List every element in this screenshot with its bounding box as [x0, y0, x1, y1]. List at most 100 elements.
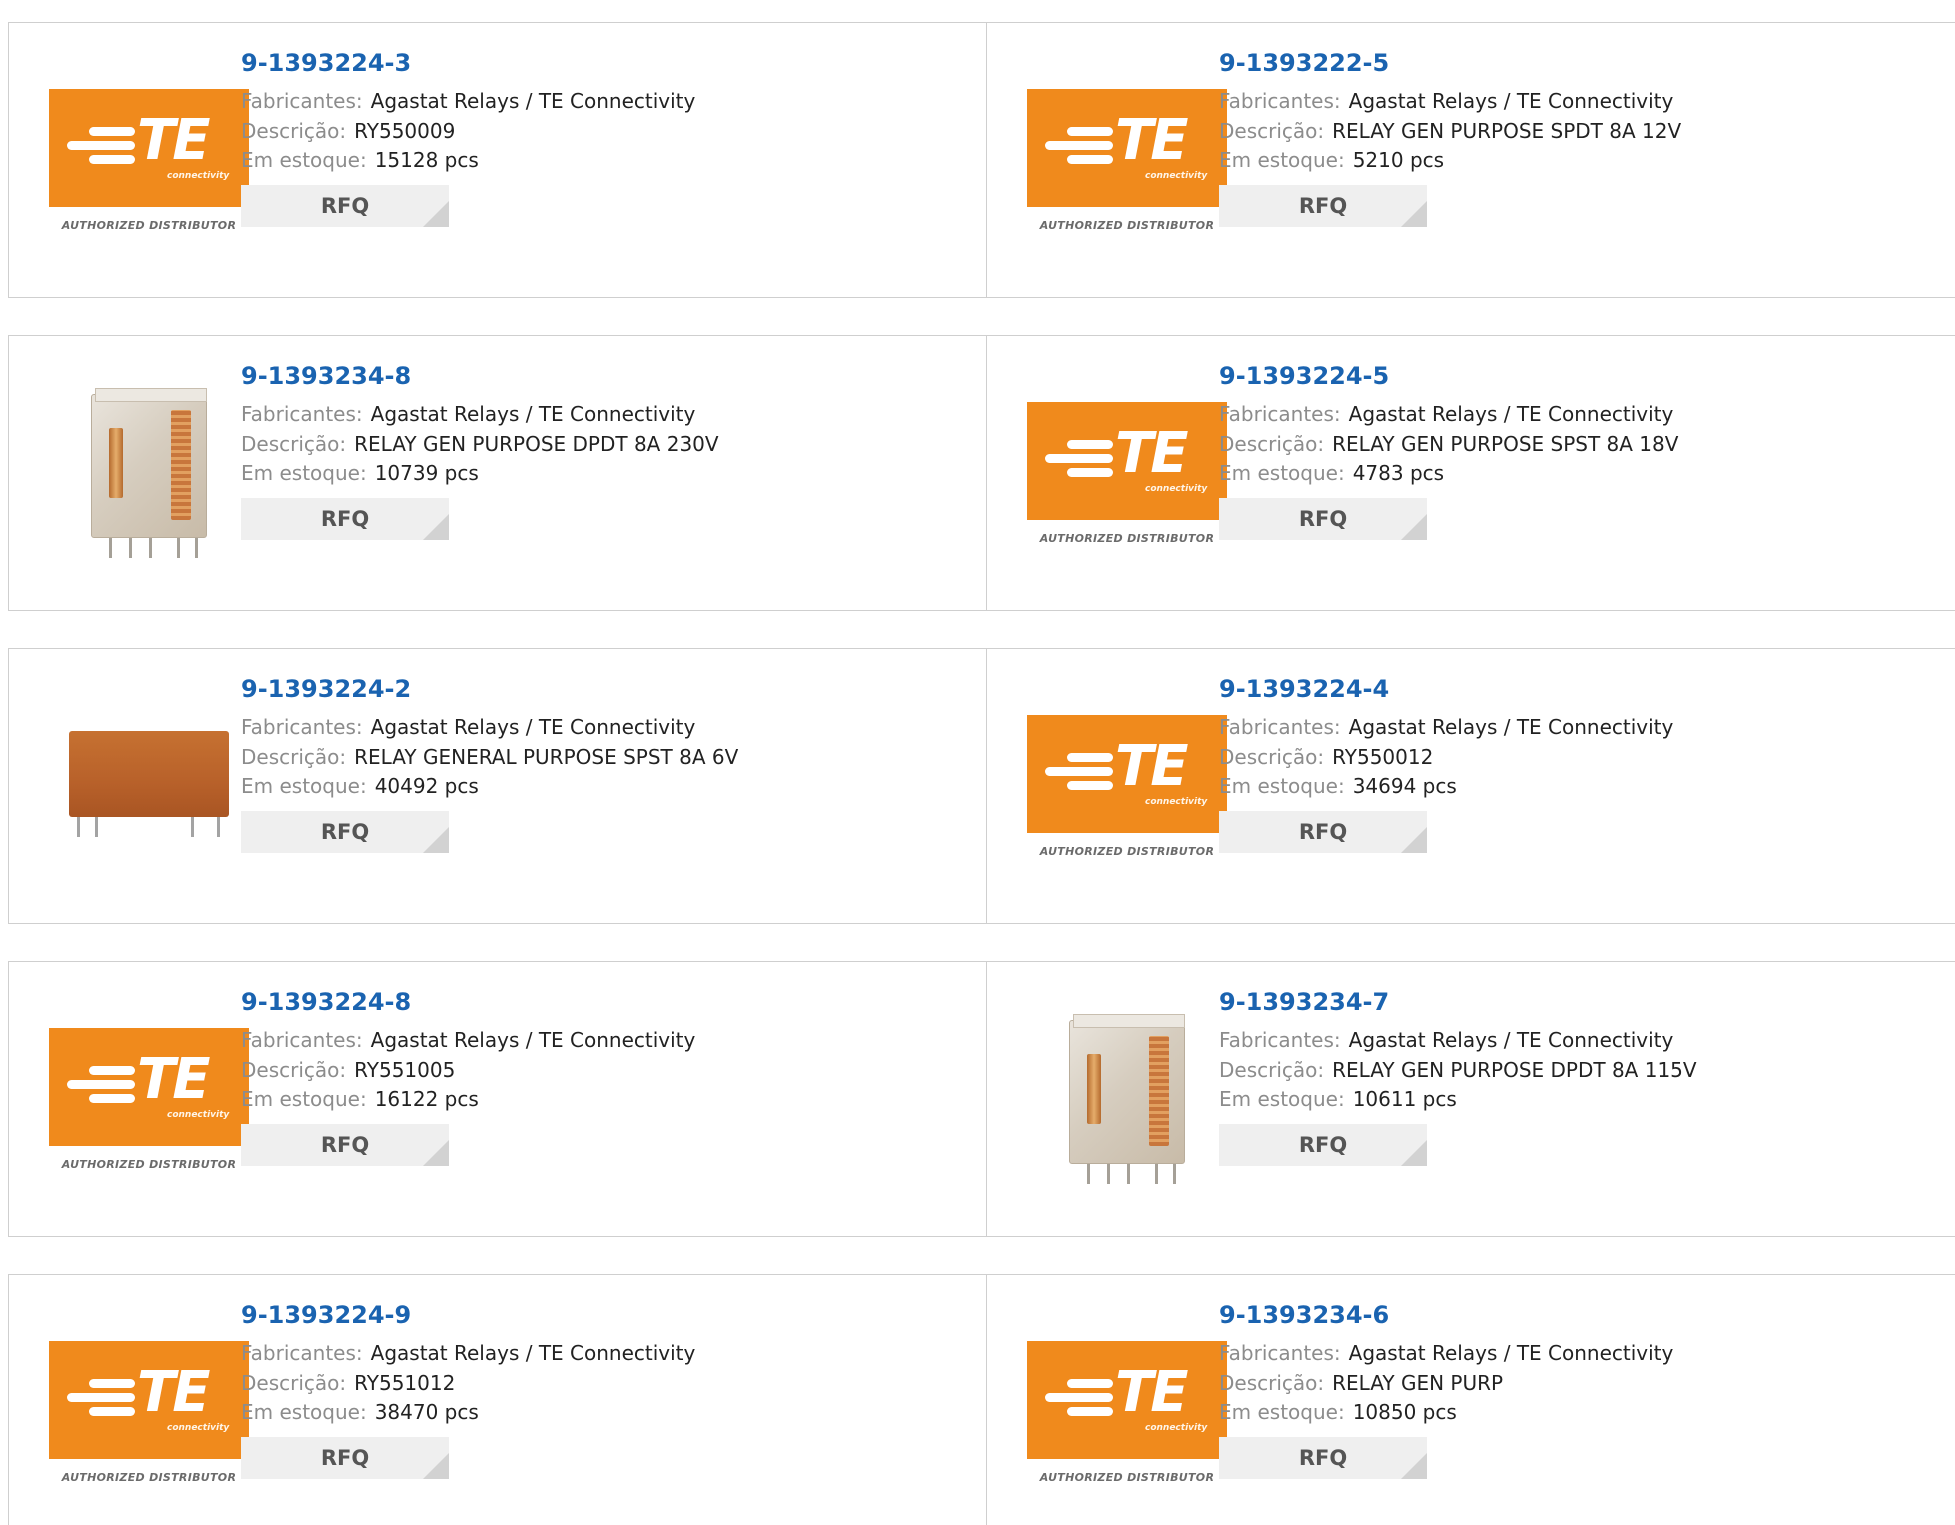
description-label: Descrição:	[241, 744, 347, 769]
manufacturer-value: Agastat Relays / TE Connectivity	[1348, 1028, 1674, 1052]
product-info: 9-1393224-3 Fabricantes: Agastat Relays /…	[241, 47, 695, 227]
description-label: Descrição:	[1219, 1057, 1325, 1082]
te-logo-box: TE connectivity	[1027, 88, 1227, 207]
description-label: Descrição:	[241, 118, 347, 143]
description-row: Descrição: RY550009	[241, 117, 695, 147]
part-number-link[interactable]: 9-1393224-4	[1219, 673, 1389, 705]
corner-fold-icon	[1401, 513, 1427, 540]
te-tagline: connectivity	[167, 1109, 230, 1120]
rfq-button[interactable]: RFQ	[241, 1436, 449, 1479]
part-number-link[interactable]: 9-1393224-5	[1219, 360, 1389, 392]
rfq-button[interactable]: RFQ	[241, 810, 449, 853]
product-info: 9-1393222-5 Fabricantes: Agastat Relays /…	[1219, 47, 1681, 227]
description-row: Descrição: RELAY GEN PURPOSE DPDT 8A 115V	[1219, 1056, 1697, 1086]
product-card: TE connectivity AUTHORIZED DISTRIBUTOR 9-1…	[986, 335, 1955, 611]
manufacturer-row: Fabricantes: Agastat Relays / TE Connecti…	[241, 1339, 695, 1369]
part-number-link[interactable]: 9-1393224-2	[241, 673, 411, 705]
stock-label: Em estoque:	[241, 1087, 367, 1111]
description-value: RELAY GEN PURPOSE DPDT 8A 115V	[1332, 1057, 1697, 1082]
manufacturer-label: Fabricantes:	[1219, 715, 1341, 739]
rfq-button[interactable]: RFQ	[241, 184, 449, 227]
corner-fold-icon	[423, 826, 449, 853]
corner-fold-icon	[1401, 1452, 1427, 1479]
rfq-button[interactable]: RFQ	[1219, 184, 1427, 227]
product-image[interactable]: TE connectivity AUTHORIZED DISTRIBUTOR	[49, 70, 249, 250]
description-row: Descrição: RELAY GEN PURPOSE SPST 8A 18V	[1219, 430, 1678, 460]
description-value: RY551012	[354, 1370, 456, 1395]
part-number-link[interactable]: 9-1393224-3	[241, 47, 411, 79]
rfq-label: RFQ	[1298, 193, 1348, 218]
product-info: 9-1393224-2 Fabricantes: Agastat Relays /…	[241, 673, 738, 853]
stock-value: 16122 pcs	[374, 1087, 479, 1111]
corner-fold-icon	[423, 200, 449, 227]
stock-label: Em estoque:	[1219, 774, 1345, 798]
product-image[interactable]: TE connectivity AUTHORIZED DISTRIBUTOR	[1027, 1322, 1227, 1502]
product-card: TE connectivity AUTHORIZED DISTRIBUTOR 9-1…	[986, 648, 1955, 924]
stock-row: Em estoque: 10850 pcs	[1219, 1398, 1673, 1428]
product-info: 9-1393234-8 Fabricantes: Agastat Relays /…	[241, 360, 719, 540]
te-connectivity-logo: TE connectivity AUTHORIZED DISTRIBUTOR	[49, 88, 249, 232]
product-image[interactable]	[1027, 1009, 1227, 1189]
stock-value: 38470 pcs	[374, 1400, 479, 1424]
description-value: RELAY GEN PURPOSE SPDT 8A 12V	[1332, 118, 1682, 143]
product-card: 9-1393234-7 Fabricantes: Agastat Relays /…	[986, 961, 1955, 1237]
product-image[interactable]: TE connectivity AUTHORIZED DISTRIBUTOR	[49, 1009, 249, 1189]
manufacturer-value: Agastat Relays / TE Connectivity	[1348, 402, 1674, 426]
part-number-link[interactable]: 9-1393234-7	[1219, 986, 1389, 1018]
product-image[interactable]: TE connectivity AUTHORIZED DISTRIBUTOR	[49, 1322, 249, 1502]
manufacturer-value: Agastat Relays / TE Connectivity	[370, 89, 696, 113]
stock-label: Em estoque:	[241, 774, 367, 798]
rfq-button[interactable]: RFQ	[1219, 497, 1427, 540]
description-label: Descrição:	[1219, 118, 1325, 143]
te-tagline: connectivity	[1145, 1422, 1208, 1433]
product-image[interactable]: TE connectivity AUTHORIZED DISTRIBUTOR	[1027, 696, 1227, 876]
part-number-link[interactable]: 9-1393222-5	[1219, 47, 1389, 79]
rfq-button[interactable]: RFQ	[241, 1123, 449, 1166]
description-value: RY550009	[354, 118, 456, 143]
corner-fold-icon	[1401, 200, 1427, 227]
authorized-distributor-text: AUTHORIZED DISTRIBUTOR	[1039, 218, 1215, 232]
authorized-distributor-text: AUTHORIZED DISTRIBUTOR	[61, 1157, 237, 1171]
te-bars-icon	[1045, 1378, 1115, 1416]
description-value: RELAY GEN PURP	[1332, 1370, 1504, 1395]
stock-value: 10611 pcs	[1352, 1087, 1457, 1111]
stock-value: 4783 pcs	[1352, 461, 1445, 485]
te-logo-box: TE connectivity	[1027, 401, 1227, 520]
part-number-link[interactable]: 9-1393234-6	[1219, 1299, 1389, 1331]
part-number-link[interactable]: 9-1393224-8	[241, 986, 411, 1018]
manufacturer-value: Agastat Relays / TE Connectivity	[370, 1341, 696, 1365]
authorized-distributor-text: AUTHORIZED DISTRIBUTOR	[1039, 531, 1215, 545]
stock-label: Em estoque:	[1219, 461, 1345, 485]
authorized-distributor-text: AUTHORIZED DISTRIBUTOR	[1039, 844, 1215, 858]
rfq-label: RFQ	[320, 1445, 370, 1470]
corner-fold-icon	[423, 513, 449, 540]
stock-label: Em estoque:	[241, 461, 367, 485]
description-label: Descrição:	[1219, 1370, 1325, 1395]
te-logo-box: TE connectivity	[49, 1340, 249, 1459]
te-brand-text: TE	[1115, 1359, 1188, 1425]
manufacturer-row: Fabricantes: Agastat Relays / TE Connecti…	[1219, 1339, 1673, 1369]
rfq-button[interactable]: RFQ	[241, 497, 449, 540]
product-image[interactable]: TE connectivity AUTHORIZED DISTRIBUTOR	[1027, 70, 1227, 250]
rfq-label: RFQ	[320, 506, 370, 531]
description-value: RELAY GEN PURPOSE SPST 8A 18V	[1332, 431, 1679, 456]
stock-value: 34694 pcs	[1352, 774, 1457, 798]
rfq-button[interactable]: RFQ	[1219, 1436, 1427, 1479]
rfq-label: RFQ	[320, 819, 370, 844]
corner-fold-icon	[1401, 1139, 1427, 1166]
part-number-link[interactable]: 9-1393224-9	[241, 1299, 411, 1331]
rfq-button[interactable]: RFQ	[1219, 1123, 1427, 1166]
manufacturer-value: Agastat Relays / TE Connectivity	[1348, 1341, 1674, 1365]
te-tagline: connectivity	[1145, 170, 1208, 181]
product-info: 9-1393224-4 Fabricantes: Agastat Relays /…	[1219, 673, 1673, 853]
part-number-link[interactable]: 9-1393234-8	[241, 360, 411, 392]
product-image[interactable]: TE connectivity AUTHORIZED DISTRIBUTOR	[1027, 383, 1227, 563]
rfq-button[interactable]: RFQ	[1219, 810, 1427, 853]
stock-value: 15128 pcs	[374, 148, 479, 172]
rfq-label: RFQ	[320, 1132, 370, 1157]
te-connectivity-logo: TE connectivity AUTHORIZED DISTRIBUTOR	[1027, 714, 1227, 858]
product-image[interactable]	[49, 383, 249, 563]
authorized-distributor-text: AUTHORIZED DISTRIBUTOR	[61, 218, 237, 232]
product-image[interactable]	[49, 696, 249, 876]
stock-row: Em estoque: 10739 pcs	[241, 459, 719, 489]
